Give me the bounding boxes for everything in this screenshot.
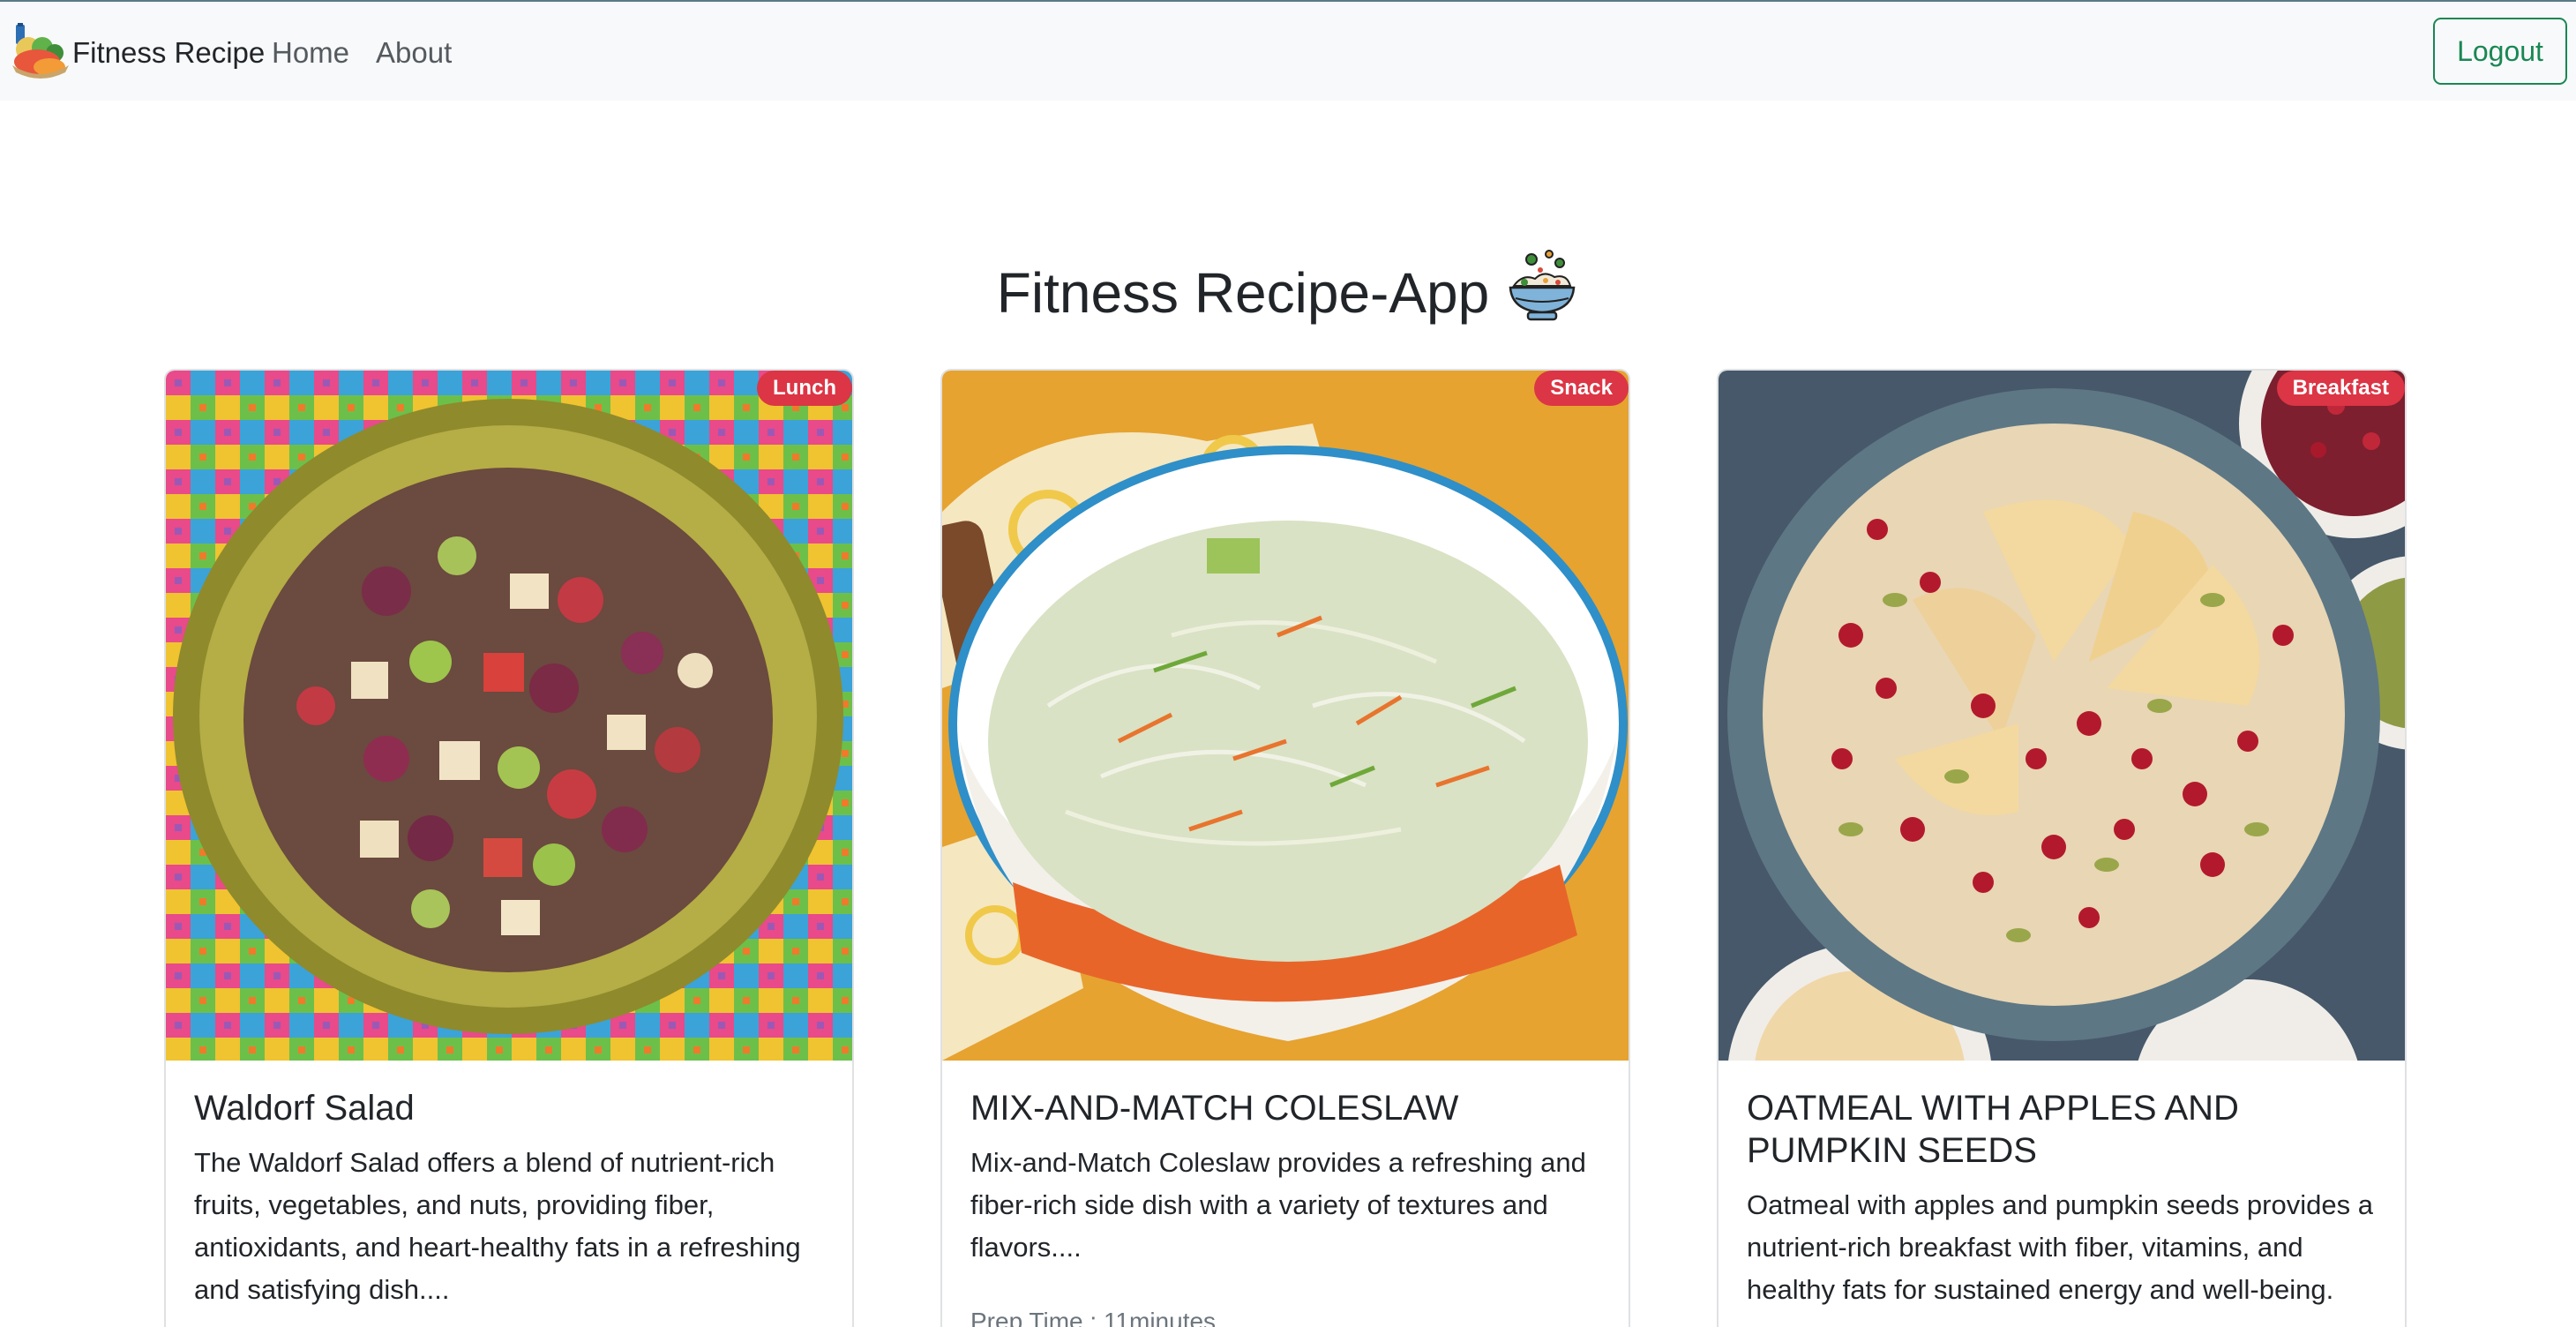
card-body: Waldorf Salad The Waldorf Salad offers a… [194, 1087, 826, 1311]
category-badge: Snack [1534, 371, 1629, 406]
brand-name[interactable]: Fitness Recipe [72, 35, 265, 71]
recipe-title[interactable]: OATMEAL WITH APPLES AND PUMPKIN SEEDS [1747, 1087, 2378, 1172]
recipe-card[interactable]: Breakfast OATMEAL WITH APPLES AND PUMPKI… [1717, 369, 2407, 1327]
recipe-description: Mix-and-Match Coleslaw provides a refres… [970, 1147, 1586, 1263]
navbar: Fitness Recipe Home About Logout [0, 2, 2576, 101]
recipe-image[interactable] [1719, 371, 2405, 1061]
recipe-image[interactable] [166, 371, 852, 1061]
category-badge: Breakfast [2276, 371, 2405, 406]
page-heading: Fitness Recipe-App [0, 250, 2576, 332]
recipe-description: The Waldorf Salad offers a blend of nutr… [194, 1147, 801, 1305]
recipe-card[interactable]: Snack MIX-AND-MATCH COLESLAW Mix-and-Mat… [940, 369, 1630, 1327]
recipe-card[interactable]: Lunch Waldorf Salad The Waldorf Salad of… [164, 369, 854, 1327]
salad-bowl-icon [1509, 250, 1576, 321]
prep-time: Prep Time : 11minutes [970, 1308, 1217, 1327]
recipe-image[interactable] [942, 371, 1629, 1061]
brand-logo-icon[interactable] [11, 23, 71, 79]
recipe-title[interactable]: MIX-AND-MATCH COLESLAW [970, 1087, 1602, 1129]
page-title: Fitness Recipe-App [996, 261, 1490, 325]
category-badge: Lunch [757, 371, 852, 406]
recipe-title[interactable]: Waldorf Salad [194, 1087, 826, 1129]
nav-link-home[interactable]: Home [272, 35, 349, 71]
card-body: MIX-AND-MATCH COLESLAW Mix-and-Match Col… [970, 1087, 1602, 1327]
logout-button[interactable]: Logout [2433, 18, 2567, 85]
card-body: OATMEAL WITH APPLES AND PUMPKIN SEEDS Oa… [1747, 1087, 2378, 1311]
recipe-description: Oatmeal with apples and pumpkin seeds pr… [1747, 1189, 2373, 1305]
nav-link-about[interactable]: About [376, 35, 452, 71]
